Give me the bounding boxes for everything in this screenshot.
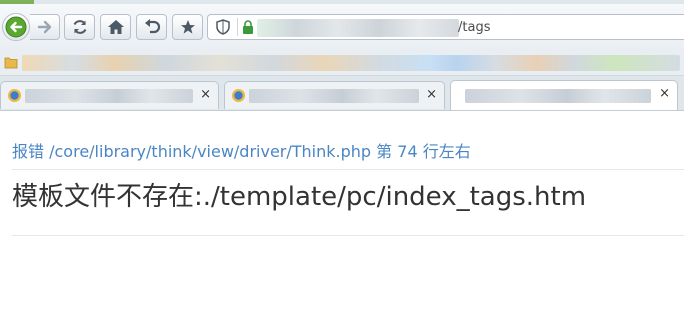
active-tab[interactable]: × (450, 80, 678, 110)
favicon-icon (231, 88, 246, 103)
address-bar[interactable]: /tags (207, 14, 684, 40)
url-text: /tags (458, 20, 491, 35)
home-icon (107, 20, 124, 34)
close-tab-icon[interactable]: × (426, 87, 437, 103)
divider (12, 169, 684, 170)
lock-icon[interactable] (242, 20, 254, 34)
error-line-prefix: 第 (376, 142, 393, 161)
navigation-toolbar: /tags (0, 0, 684, 52)
window-top-edge (0, 0, 684, 4)
divider (12, 235, 684, 236)
error-line-number: 74 (397, 142, 418, 161)
undo-history-icon (144, 19, 160, 34)
redacted-bookmarks (22, 55, 680, 71)
favicon-icon (7, 88, 22, 103)
error-line-suffix: 行左右 (422, 142, 471, 161)
redacted-tab-title (465, 89, 651, 103)
back-button[interactable] (2, 13, 30, 41)
tab-strip: × × × (0, 76, 684, 111)
history-button[interactable] (136, 14, 167, 40)
close-tab-icon[interactable]: × (200, 87, 211, 103)
back-arrow-icon (5, 16, 27, 38)
bookmark-star-button[interactable] (172, 14, 203, 40)
folder-icon[interactable] (4, 56, 18, 69)
reload-icon (73, 20, 86, 34)
error-file-path: /core/library/think/view/driver/Think.ph… (49, 142, 372, 161)
tab[interactable]: × (224, 81, 445, 109)
forward-arrow-icon (37, 20, 51, 34)
bookmarks-toolbar (0, 52, 684, 76)
reload-button[interactable] (64, 14, 95, 40)
page-content: 报错 /core/library/think/view/driver/Think… (0, 111, 684, 323)
error-message: 模板文件不存在:./template/pc/index_tags.htm (12, 182, 587, 212)
close-tab-icon[interactable]: × (659, 86, 670, 102)
redacted-tab-title (25, 89, 193, 103)
star-icon (180, 20, 195, 34)
home-button[interactable] (100, 14, 131, 40)
tab[interactable]: × (0, 81, 219, 109)
shield-icon[interactable] (216, 19, 230, 35)
address-bar-separator (237, 18, 238, 36)
forward-button[interactable] (30, 14, 60, 40)
redacted-tab-title (249, 89, 419, 103)
error-label: 报错 (12, 142, 45, 161)
error-location: 报错 /core/library/think/view/driver/Think… (12, 142, 471, 162)
redacted-url (257, 19, 459, 37)
